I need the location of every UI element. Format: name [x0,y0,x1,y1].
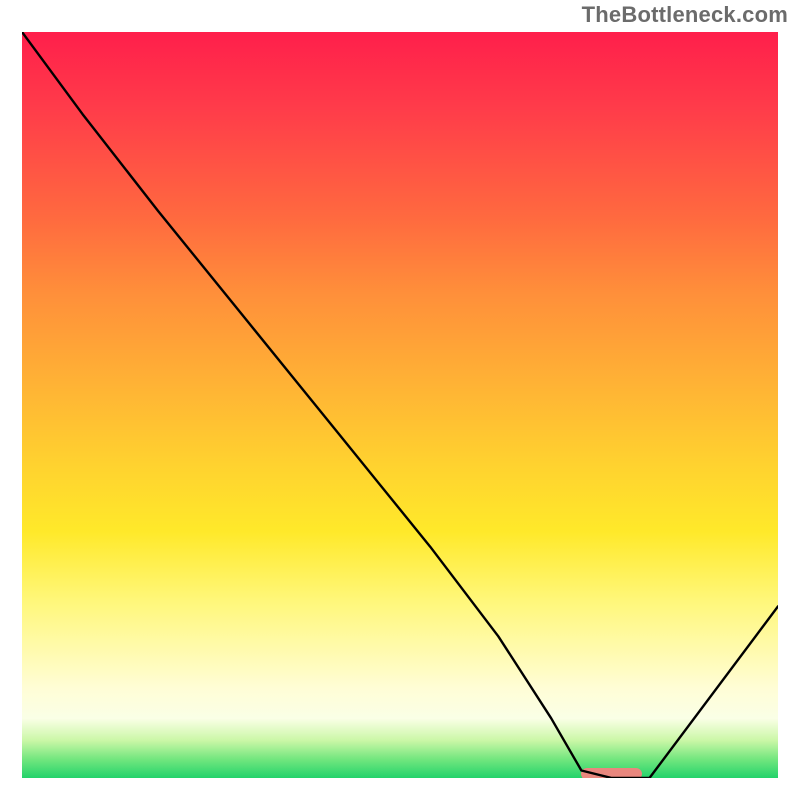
watermark-text: TheBottleneck.com [582,2,788,28]
line-series [22,32,778,778]
chart-plot-area [22,32,778,778]
